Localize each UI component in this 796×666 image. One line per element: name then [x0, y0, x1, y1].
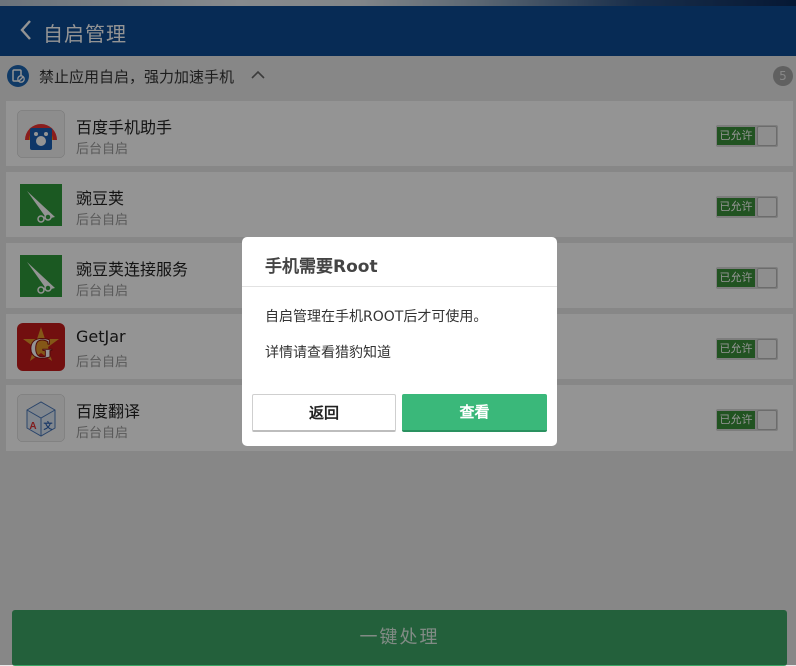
dialog-message: 自启管理在手机ROOT后才可使用。 — [265, 309, 488, 325]
dialog-divider — [242, 286, 557, 287]
back-button-dialog[interactable]: 返回 — [252, 394, 396, 432]
view-button[interactable]: 查看 — [402, 394, 547, 432]
root-required-dialog: 手机需要Root 自启管理在手机ROOT后才可使用。 详情请查看猎豹知道 返回 … — [242, 237, 557, 446]
dialog-help-text: 详情请查看猎豹知道 — [265, 345, 391, 361]
dialog-title: 手机需要Root — [265, 257, 378, 277]
